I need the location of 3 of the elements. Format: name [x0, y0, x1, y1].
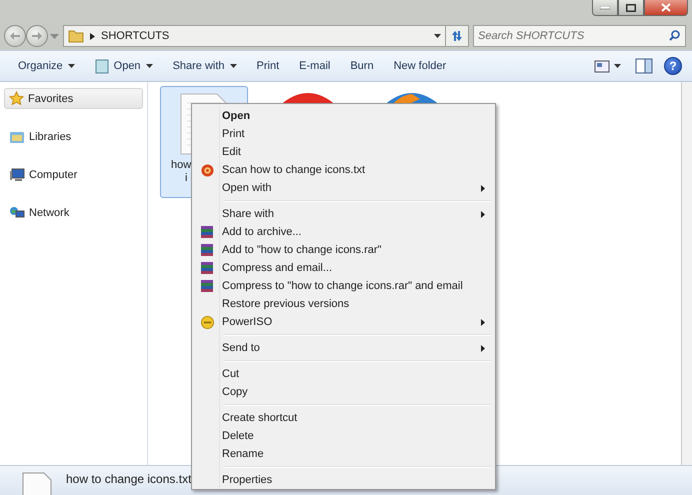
- file-name: how: [171, 159, 192, 172]
- file-name: how to change icons.txt: [66, 472, 192, 486]
- file-name: i: [185, 172, 188, 185]
